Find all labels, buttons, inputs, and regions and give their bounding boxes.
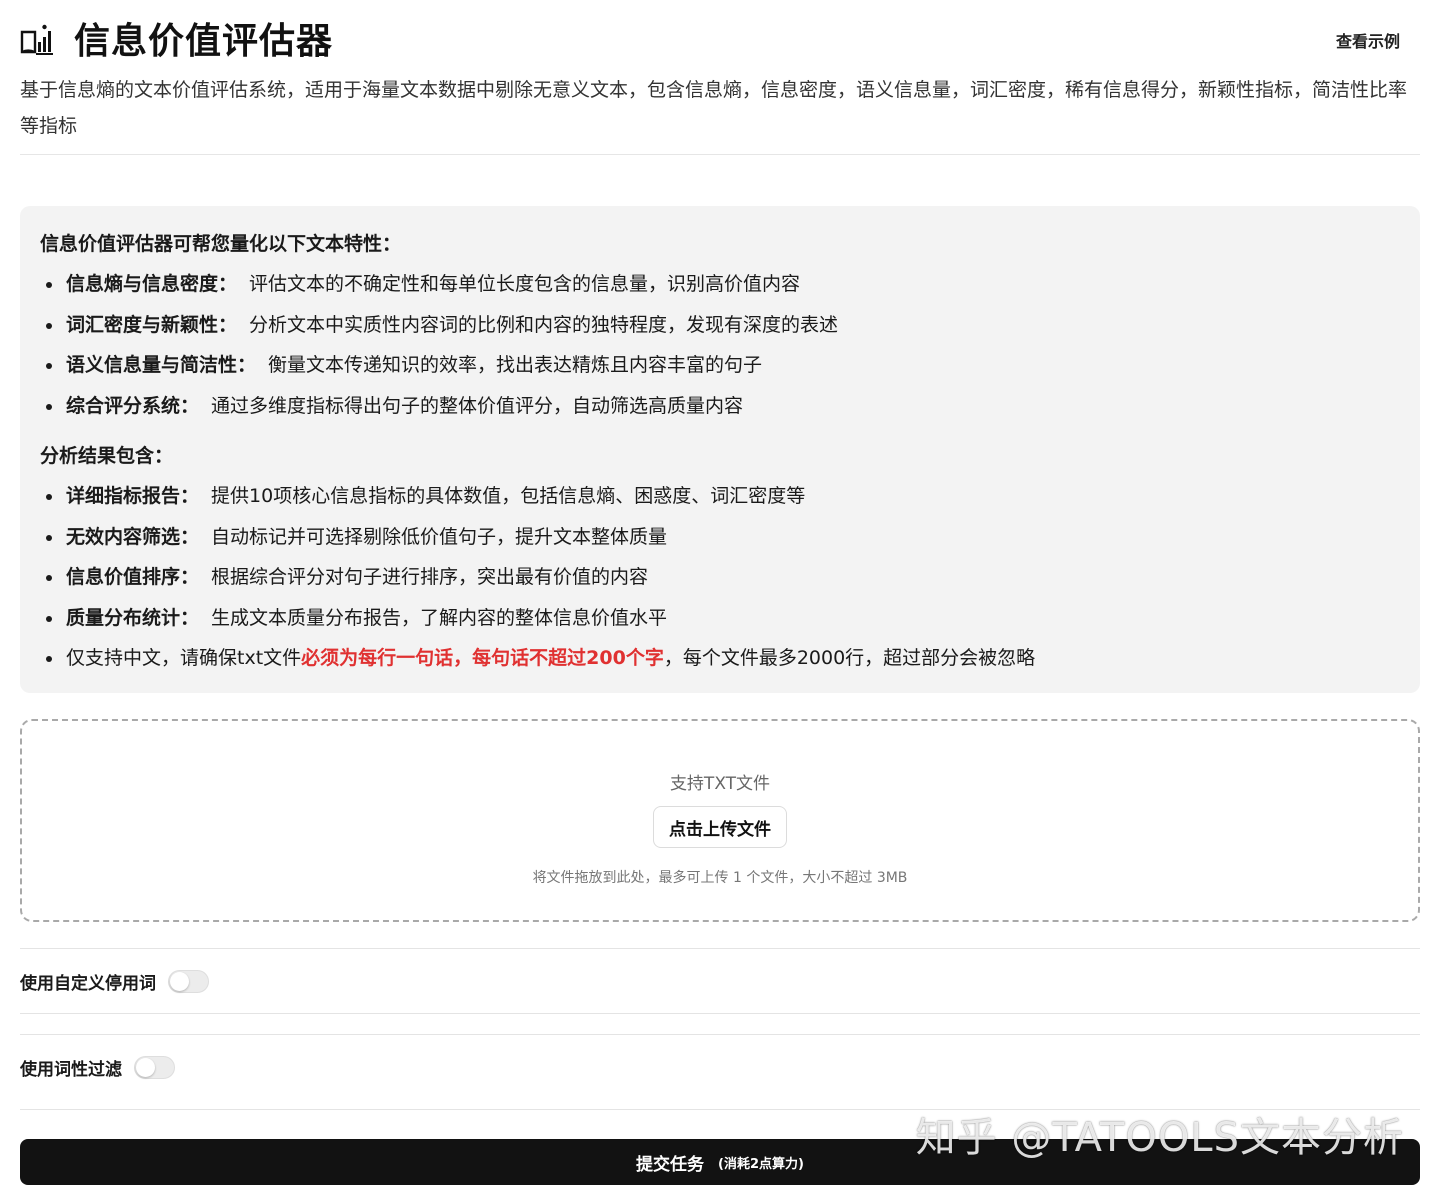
format-note: 仅支持中文，请确保txt文件必须为每行一句话，每句话不超过200个字，每个文件最…	[40, 642, 1400, 683]
view-example-link[interactable]: 查看示例	[1336, 28, 1400, 52]
page-subtitle: 基于信息熵的文本价值评估系统，适用于海量文本数据中剔除无意义文本，包含信息熵，信…	[20, 72, 1420, 155]
toggle-knob	[136, 1057, 155, 1077]
list-item: 无效内容筛选： 自动标记并可选择剔除低价值句子，提升文本整体质量	[40, 521, 1400, 562]
upload-hint: 将文件拖放到此处，最多可上传 1 个文件，大小不超过 3MB	[532, 870, 908, 886]
list-item: 语义信息量与简洁性： 衡量文本传递知识的效率，找出表达精炼且内容丰富的句子	[40, 349, 1400, 390]
file-dropzone[interactable]: 支持TXT文件 点击上传文件 将文件拖放到此处，最多可上传 1 个文件，大小不超…	[20, 719, 1420, 922]
results-heading: 分析结果包含：	[40, 445, 174, 467]
list-item: 详细指标报告： 提供10项核心信息指标的具体数值，包括信息熵、困惑度、词汇密度等	[40, 480, 1400, 521]
divider	[20, 1013, 1420, 1014]
header: 信息价值评估器 查看示例	[20, 0, 1420, 76]
submit-label: 提交任务	[636, 1154, 705, 1175]
features-heading: 信息价值评估器可帮您量化以下文本特性：	[40, 233, 402, 255]
upload-file-button[interactable]: 点击上传文件	[653, 806, 787, 848]
page-title: 信息价值评估器	[74, 21, 334, 62]
info-panel: 信息价值评估器可帮您量化以下文本特性： 信息熵与信息密度： 评估文本的不确定性和每…	[20, 206, 1420, 693]
custom-stopwords-option: 使用自定义停用词	[20, 949, 1420, 1013]
upload-support-text: 支持TXT文件	[669, 774, 771, 794]
submit-task-button[interactable]: 提交任务 (消耗2点算力)	[20, 1139, 1420, 1185]
book-chart-icon	[20, 24, 53, 55]
list-item: 词汇密度与新颖性： 分析文本中实质性内容词的比例和内容的独特程度，发现有深度的表述	[40, 309, 1400, 350]
list-item: 信息熵与信息密度： 评估文本的不确定性和每单位长度包含的信息量，识别高价值内容	[40, 268, 1400, 309]
pos-filter-toggle[interactable]	[134, 1055, 175, 1079]
divider	[20, 1109, 1420, 1110]
list-item: 综合评分系统： 通过多维度指标得出句子的整体价值评分，自动筛选高质量内容	[40, 390, 1400, 431]
pos-filter-option: 使用词性过滤	[20, 1035, 1420, 1099]
list-item: 信息价值排序： 根据综合评分对句子进行排序，突出最有价值的内容	[40, 561, 1400, 602]
format-requirement-highlight: 必须为每行一句话，每句话不超过200个字	[301, 647, 664, 669]
page: 信息价值评估器 查看示例 基于信息熵的文本价值评估系统，适用于海量文本数据中剔除…	[0, 0, 1440, 1191]
pos-filter-label: 使用词性过滤	[20, 1059, 122, 1080]
toggle-knob	[170, 971, 189, 991]
list-item: 质量分布统计： 生成文本质量分布报告，了解内容的整体信息价值水平	[40, 602, 1400, 643]
custom-stopwords-toggle[interactable]	[168, 969, 209, 993]
results-list: 详细指标报告： 提供10项核心信息指标的具体数值，包括信息熵、困惑度、词汇密度等 …	[40, 480, 1400, 683]
custom-stopwords-label: 使用自定义停用词	[20, 973, 156, 994]
features-list: 信息熵与信息密度： 评估文本的不确定性和每单位长度包含的信息量，识别高价值内容 词…	[40, 268, 1400, 430]
submit-cost: (消耗2点算力)	[718, 1156, 804, 1172]
